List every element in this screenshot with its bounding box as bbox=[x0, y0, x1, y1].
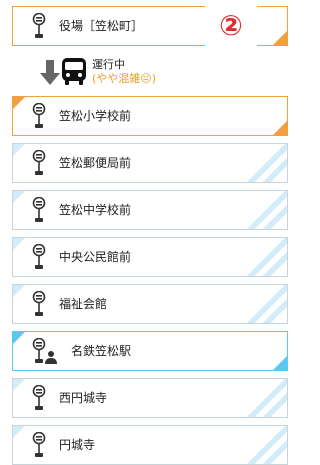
stop-label: 西円城寺 bbox=[59, 391, 108, 405]
corner-marker bbox=[273, 356, 287, 370]
arrow-down-icon bbox=[40, 60, 60, 90]
status-crowding: (やや混雑😐) bbox=[92, 72, 157, 85]
corner-marker bbox=[13, 426, 25, 438]
stop-label: 中央公民館前 bbox=[59, 250, 132, 264]
bus-stop-icon bbox=[32, 150, 46, 178]
bus-status: 運行中 (やや混雑😐) bbox=[92, 58, 156, 86]
stop-label: 円城寺 bbox=[59, 438, 96, 452]
corner-marker bbox=[13, 379, 25, 391]
current-stop-label: 役場［笠松町］ bbox=[59, 19, 144, 33]
stop-label: 福祉会館 bbox=[59, 297, 108, 311]
corner-marker bbox=[13, 285, 25, 297]
stop-item[interactable]: 中央公民館前 bbox=[12, 237, 288, 277]
stripe-decoration bbox=[247, 238, 287, 276]
bus-stop-icon bbox=[32, 103, 46, 131]
route-number-badge: ② bbox=[205, 6, 257, 46]
stop-label: 笠松中学校前 bbox=[59, 203, 132, 217]
corner-marker bbox=[13, 144, 25, 156]
stripe-decoration bbox=[247, 191, 287, 229]
corner-marker bbox=[13, 332, 25, 344]
transfer-stop-icon bbox=[32, 338, 58, 366]
bus-stop-icon bbox=[32, 244, 46, 272]
stop-item[interactable]: 福祉会館 bbox=[12, 284, 288, 324]
stop-item[interactable]: 西円城寺 bbox=[12, 378, 288, 418]
corner-marker bbox=[13, 191, 25, 203]
stop-item[interactable]: 笠松郵便局前 bbox=[12, 143, 288, 183]
status-running: 運行中 bbox=[92, 58, 125, 71]
bus-stop-icon bbox=[32, 432, 46, 460]
stripe-decoration bbox=[247, 285, 287, 323]
stop-item[interactable]: 笠松中学校前 bbox=[12, 190, 288, 230]
bus-stop-icon bbox=[32, 385, 46, 413]
corner-marker bbox=[273, 31, 287, 45]
bus-stop-icon bbox=[32, 291, 46, 319]
stop-label: 名鉄笠松駅 bbox=[71, 344, 132, 358]
corner-marker bbox=[13, 97, 25, 109]
corner-marker bbox=[273, 121, 287, 135]
stop-label: 笠松郵便局前 bbox=[59, 156, 132, 170]
bus-stop-icon bbox=[32, 197, 46, 225]
stop-item[interactable]: 円城寺 bbox=[12, 425, 288, 465]
stripe-decoration bbox=[247, 379, 287, 417]
stripe-decoration bbox=[247, 144, 287, 182]
bus-stop-icon bbox=[32, 13, 46, 41]
stripe-decoration bbox=[247, 426, 287, 464]
bus-icon bbox=[61, 58, 87, 90]
stop-item[interactable]: 笠松小学校前 bbox=[12, 96, 288, 136]
stop-item[interactable]: 名鉄笠松駅 bbox=[12, 331, 288, 371]
stop-label: 笠松小学校前 bbox=[59, 109, 132, 123]
corner-marker bbox=[13, 238, 25, 250]
